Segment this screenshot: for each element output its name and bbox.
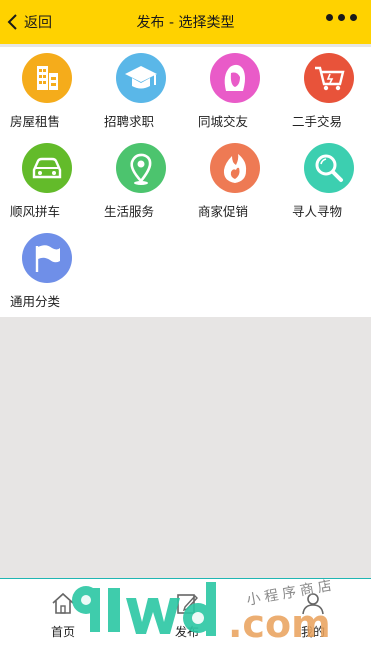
category-house-rental[interactable]: 房屋租售 <box>10 47 90 129</box>
category-general[interactable]: 通用分类 <box>10 227 90 309</box>
page-title: 发布 - 选择类型 <box>136 15 235 31</box>
category-carpool[interactable]: 顺风拼车 <box>10 137 90 219</box>
magnifier-icon <box>304 143 354 193</box>
building-icon <box>22 53 72 103</box>
more-menu-button[interactable] <box>326 14 357 21</box>
category-label: 顺风拼车 <box>10 204 61 219</box>
back-label: 返回 <box>24 15 52 31</box>
flame-icon <box>210 143 260 193</box>
car-icon <box>22 143 72 193</box>
category-label: 寻人寻物 <box>292 204 343 219</box>
category-lost-found[interactable]: 寻人寻物 <box>292 137 371 219</box>
dot <box>338 14 345 21</box>
category-grid: 房屋租售 招聘求职 同城交友 二手交易 顺风拼车 生活服务 商家促销 寻人寻物 … <box>0 47 371 317</box>
chevron-left-icon <box>7 14 17 30</box>
category-dating[interactable]: 同城交友 <box>198 47 278 129</box>
category-label: 二手交易 <box>292 114 343 129</box>
navigation-bar: 返回 发布 - 选择类型 <box>0 0 371 44</box>
dot <box>350 14 357 21</box>
category-label: 房屋租售 <box>10 114 61 129</box>
category-label: 同城交友 <box>198 114 249 129</box>
watermark-suffix: .com <box>228 602 331 646</box>
category-label: 商家促销 <box>198 204 249 219</box>
category-life-service[interactable]: 生活服务 <box>104 137 184 219</box>
shopping-cart-icon <box>304 53 354 103</box>
category-merchant-promo[interactable]: 商家促销 <box>198 137 278 219</box>
back-button[interactable]: 返回 <box>6 11 52 33</box>
watermark-logo <box>70 578 230 642</box>
category-recruitment[interactable]: 招聘求职 <box>104 47 184 129</box>
category-label: 生活服务 <box>104 204 155 219</box>
category-second-hand[interactable]: 二手交易 <box>292 47 371 129</box>
dot <box>326 14 333 21</box>
flag-icon <box>22 233 72 283</box>
category-label: 招聘求职 <box>104 114 155 129</box>
location-pin-icon <box>116 143 166 193</box>
category-label: 通用分类 <box>10 294 61 309</box>
graduation-cap-icon <box>116 53 166 103</box>
woman-face-icon <box>210 53 260 103</box>
